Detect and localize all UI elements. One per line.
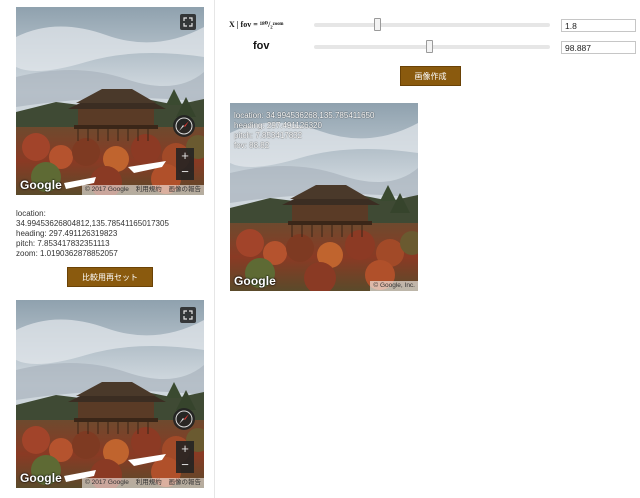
- zoom-slider[interactable]: [314, 18, 550, 31]
- pitch-value: pitch: 7.853417832351113: [16, 239, 110, 248]
- compass-icon: [175, 410, 193, 428]
- generated-image: location: 34.994536268,135.785411650 hea…: [230, 103, 418, 291]
- copyright-text: © 2017 Google: [85, 186, 129, 193]
- position-info: location: 34.99453626804812,135.78541165…: [16, 209, 206, 259]
- heading-value: heading: 297.491126319823: [16, 229, 118, 238]
- result-location: location: 34.994536268,135.785411650: [234, 111, 375, 120]
- report-link[interactable]: 画像の報告: [169, 186, 202, 193]
- generate-image-button[interactable]: 画像作成: [400, 66, 461, 86]
- fullscreen-icon: [183, 310, 193, 320]
- attribution-bar: © 2017 Google 利用規約 画像の報告: [82, 478, 204, 488]
- streetview-panorama-bottom[interactable]: + − Google © 2017 Google 利用規約 画像の報告: [16, 300, 204, 488]
- fullscreen-icon: [183, 17, 193, 27]
- terms-link[interactable]: 利用規約: [136, 479, 162, 486]
- fov-slider[interactable]: [314, 40, 550, 53]
- result-attribution: © Google, Inc.: [370, 281, 418, 291]
- zoom-formula-label: X | fov = ¹⁸⁰/₂ᶻᵒᵒᵐ: [229, 20, 284, 29]
- zoom-out-button[interactable]: −: [176, 164, 194, 180]
- zoom-in-button[interactable]: +: [176, 148, 194, 164]
- location-label: location:: [16, 209, 46, 218]
- fov-input[interactable]: [561, 41, 636, 54]
- sidebar: + − Google © 2017 Google 利用規約 画像の報告 loca…: [0, 0, 215, 498]
- result-overlay: location: 34.994536268,135.785411650 hea…: [234, 111, 374, 151]
- copyright-text: © 2017 Google: [85, 479, 129, 486]
- streetview-panorama-top[interactable]: + − Google © 2017 Google 利用規約 画像の報告: [16, 7, 204, 195]
- result-pitch: pitch: 7.853417832: [234, 131, 303, 140]
- compass-control[interactable]: [173, 408, 195, 430]
- compass-control[interactable]: [173, 115, 195, 137]
- google-logo: Google: [20, 471, 62, 485]
- terms-link[interactable]: 利用規約: [136, 186, 162, 193]
- google-logo: Google: [20, 178, 62, 192]
- result-heading: heading: 297.491126320: [234, 121, 322, 130]
- fullscreen-button[interactable]: [180, 14, 196, 30]
- report-link[interactable]: 画像の報告: [169, 479, 202, 486]
- fov-slider-thumb[interactable]: [426, 40, 433, 53]
- attribution-bar: © 2017 Google 利用規約 画像の報告: [82, 185, 204, 195]
- zoom-in-button[interactable]: +: [176, 441, 194, 457]
- location-value: 34.99453626804812,135.78541165017305: [16, 219, 169, 228]
- zoom-out-button[interactable]: −: [176, 457, 194, 473]
- zoom-input[interactable]: [561, 19, 636, 32]
- compass-icon: [175, 117, 193, 135]
- zoom-value: zoom: 1.0190362878852057: [16, 249, 118, 258]
- fullscreen-button[interactable]: [180, 307, 196, 323]
- reset-for-comparison-button[interactable]: 比較用再セット: [67, 267, 153, 287]
- result-fov: fov: 88.82: [234, 141, 270, 150]
- fov-label: fov: [253, 40, 270, 52]
- zoom-slider-thumb[interactable]: [374, 18, 381, 31]
- google-logo: Google: [234, 274, 276, 288]
